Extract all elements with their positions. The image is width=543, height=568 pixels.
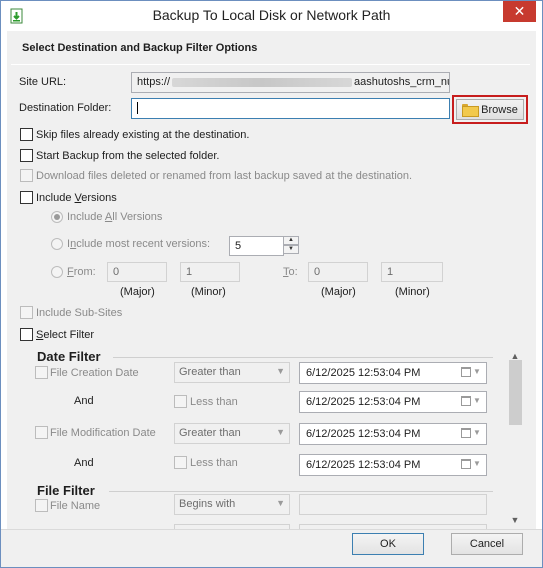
calendar-icon: ▼	[461, 367, 481, 379]
file-modification-checkbox[interactable]	[35, 426, 48, 439]
to-label: To:	[283, 266, 298, 278]
recent-versions-label: Include most recent versions:	[67, 238, 211, 250]
file-name-pattern-input[interactable]	[299, 494, 487, 515]
from-label: From:	[67, 266, 96, 278]
spin-down-icon[interactable]: ▼	[283, 245, 299, 254]
chevron-down-icon: ▼	[276, 366, 285, 376]
backup-dialog: Backup To Local Disk or Network Path ✕ S…	[0, 0, 543, 568]
to-major-caption: (Major)	[321, 286, 356, 298]
include-versions-label: Include Versions	[36, 192, 117, 204]
destination-folder-label: Destination Folder:	[19, 102, 112, 114]
spin-up-icon[interactable]: ▲	[283, 236, 299, 245]
to-minor-caption: (Minor)	[395, 286, 430, 298]
skip-existing-checkbox[interactable]	[20, 128, 33, 141]
file-creation-label: File Creation Date	[50, 367, 139, 379]
chevron-down-icon: ▼	[276, 427, 285, 437]
site-url-suffix: aashutoshs_crm_nu	[354, 76, 450, 88]
date-filter-rule	[113, 357, 493, 358]
scroll-thumb[interactable]	[509, 360, 522, 425]
include-subsites-label: Include Sub-Sites	[36, 307, 123, 319]
download-deleted-label: Download files deleted or renamed from l…	[36, 170, 413, 182]
select-filter-label: Select Filter	[36, 329, 95, 341]
blurred-url-segment	[172, 77, 353, 87]
cancel-button[interactable]: Cancel	[451, 533, 523, 555]
title-bar[interactable]: Backup To Local Disk or Network Path ✕	[1, 1, 542, 31]
filter-scrollbar[interactable]: ▲ ▼	[507, 348, 523, 528]
modification-date-to[interactable]: 6/12/2025 12:53:04 PM ▼	[299, 454, 487, 476]
all-versions-label: Include All Versions	[67, 211, 163, 223]
file-filter-rule	[109, 491, 493, 492]
start-from-selected-checkbox[interactable]	[20, 149, 33, 162]
from-range-radio[interactable]	[51, 266, 63, 278]
scroll-down-icon[interactable]: ▼	[507, 512, 523, 528]
skip-existing-label: Skip files already existing at the desti…	[36, 129, 250, 141]
creation-and-label: And	[74, 395, 94, 407]
modification-and-label: And	[74, 457, 94, 469]
download-deleted-checkbox[interactable]	[20, 169, 33, 182]
start-from-selected-label: Start Backup from the selected folder.	[36, 150, 220, 162]
from-minor-input[interactable]: 1	[180, 262, 240, 282]
section-title: Select Destination and Backup Filter Opt…	[22, 42, 258, 54]
filter-panel: Date Filter File Creation Date Greater t…	[27, 351, 523, 529]
calendar-icon: ▼	[461, 428, 481, 440]
ok-button[interactable]: OK	[352, 533, 424, 555]
browse-button[interactable]: Browse	[456, 99, 524, 120]
chevron-down-icon: ▼	[276, 498, 285, 508]
creation-operator-select[interactable]: Greater than ▼	[174, 362, 290, 383]
recent-versions-spinner[interactable]: ▲ ▼	[283, 236, 299, 255]
creation-less-than-label: Less than	[190, 396, 238, 408]
file-name-label: File Name	[50, 500, 101, 512]
folder-icon	[462, 104, 480, 117]
to-major-input[interactable]: 0	[308, 262, 368, 282]
file-name-operator-select[interactable]: Begins with ▼	[174, 494, 290, 515]
calendar-icon: ▼	[461, 396, 481, 408]
file-modification-label: File Modification Date	[50, 427, 156, 439]
site-url-prefix: https://	[137, 76, 171, 88]
close-icon: ✕	[513, 3, 526, 19]
creation-date-to[interactable]: 6/12/2025 12:53:04 PM ▼	[299, 391, 487, 413]
file-creation-checkbox[interactable]	[35, 366, 48, 379]
section-divider	[11, 64, 530, 65]
site-url-field[interactable]: https:// aashutoshs_crm_nu	[131, 72, 450, 93]
file-name-checkbox[interactable]	[35, 499, 48, 512]
from-major-input[interactable]: 0	[107, 262, 167, 282]
modification-less-than-label: Less than	[190, 457, 238, 469]
all-versions-radio[interactable]	[51, 211, 63, 223]
text-cursor	[137, 102, 138, 115]
modification-less-than-checkbox[interactable]	[174, 456, 187, 469]
recent-versions-radio[interactable]	[51, 238, 63, 250]
creation-date-from[interactable]: 6/12/2025 12:53:04 PM ▼	[299, 362, 487, 384]
close-button[interactable]: ✕	[503, 1, 536, 22]
destination-folder-input[interactable]	[131, 98, 450, 119]
recent-versions-count[interactable]: 5	[229, 236, 284, 256]
dialog-footer: OK Cancel	[1, 529, 542, 567]
creation-less-than-checkbox[interactable]	[174, 395, 187, 408]
from-minor-caption: (Minor)	[191, 286, 226, 298]
browse-label: Browse	[481, 103, 518, 116]
select-filter-checkbox[interactable]	[20, 328, 33, 341]
date-filter-heading: Date Filter	[37, 351, 101, 364]
include-versions-checkbox[interactable]	[20, 191, 33, 204]
from-major-caption: (Major)	[120, 286, 155, 298]
to-minor-input[interactable]: 1	[381, 262, 443, 282]
file-filter-heading: File Filter	[37, 483, 95, 498]
window-title: Backup To Local Disk or Network Path	[152, 7, 391, 23]
calendar-icon: ▼	[461, 459, 481, 471]
include-subsites-checkbox[interactable]	[20, 306, 33, 319]
modification-date-from[interactable]: 6/12/2025 12:53:04 PM ▼	[299, 423, 487, 445]
modification-operator-select[interactable]: Greater than ▼	[174, 423, 290, 444]
site-url-label: Site URL:	[19, 76, 67, 88]
